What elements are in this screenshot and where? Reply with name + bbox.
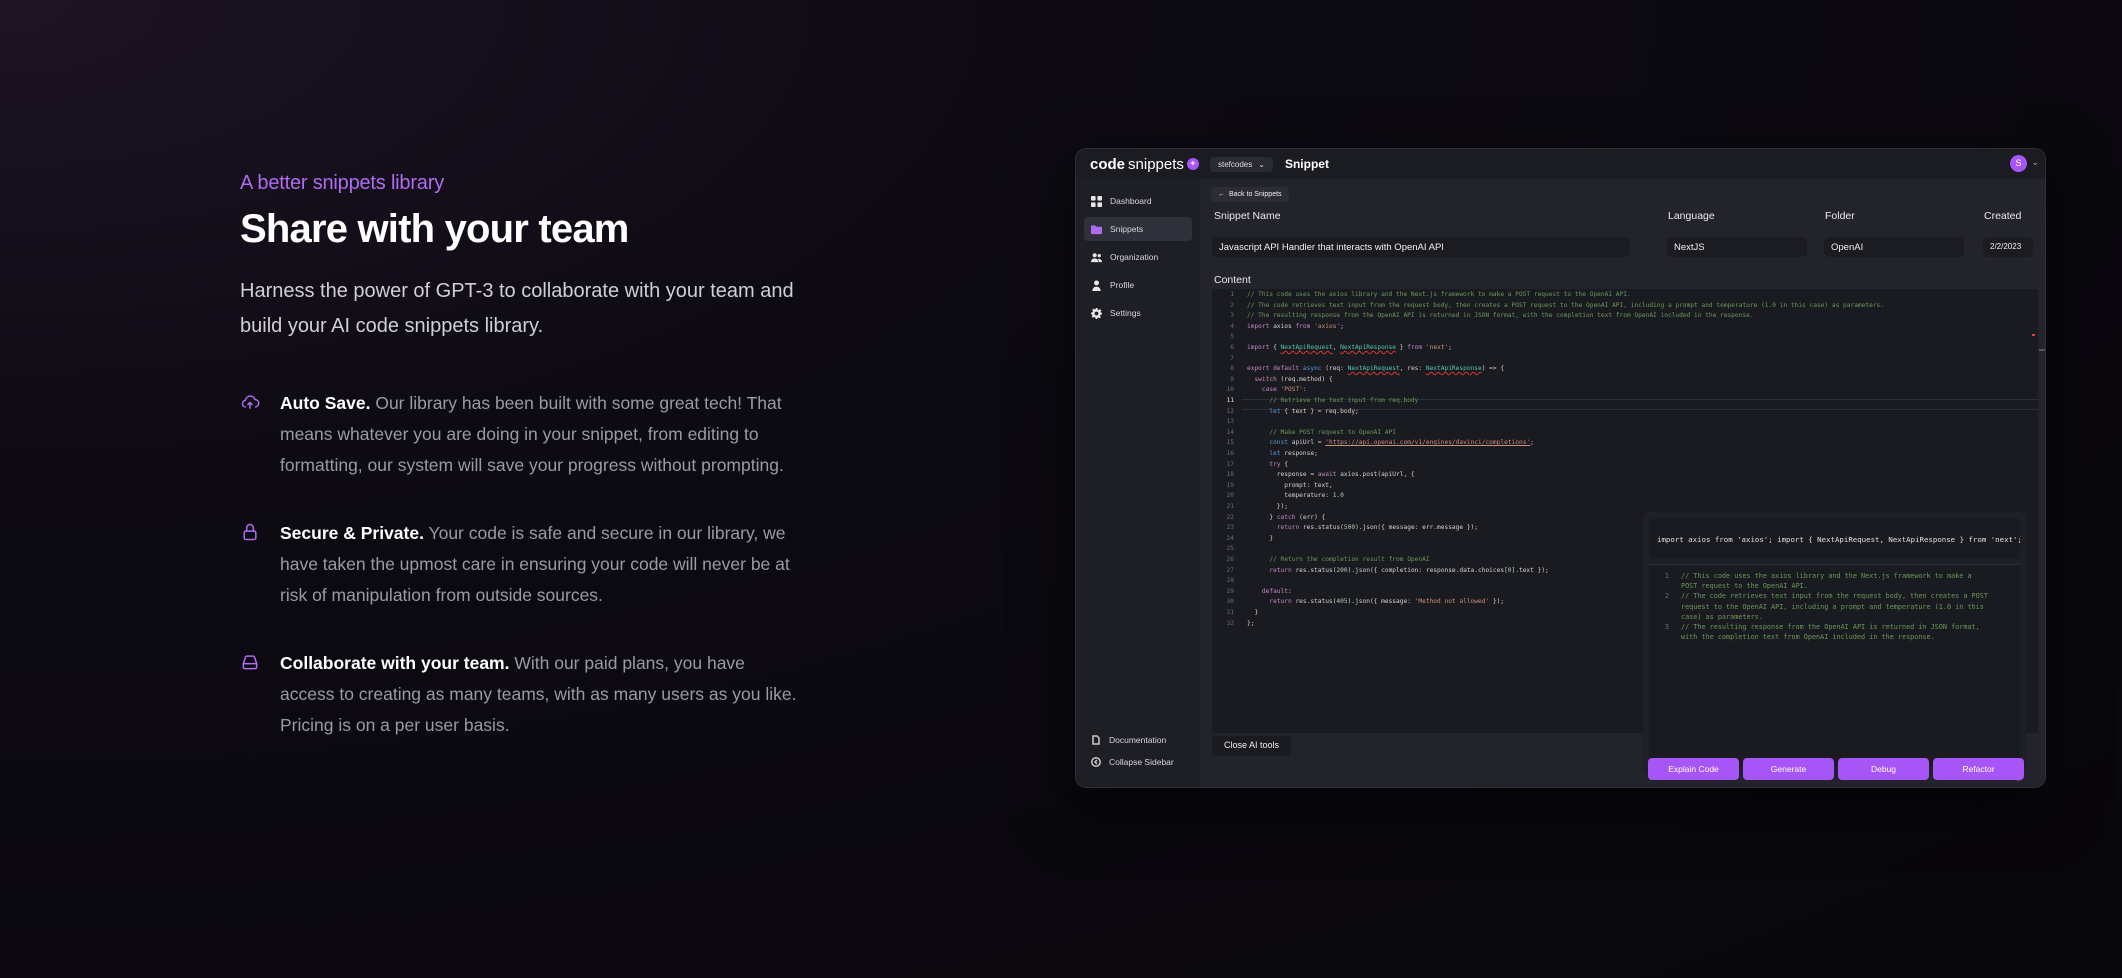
language-label: Language <box>1668 210 1715 222</box>
collapse-sidebar-button[interactable]: Collapse Sidebar <box>1076 751 1200 773</box>
error-marker <box>2032 334 2035 336</box>
top-bar: code snippets ✦ stefcodes ⌄ Snippet S ⌄ <box>1076 149 2045 179</box>
chevron-down-icon: ⌄ <box>1258 159 1265 169</box>
sidebar-item-snippets[interactable]: Snippets <box>1084 217 1192 241</box>
feature-title: Collaborate with your team. <box>280 653 510 673</box>
cloud-upload-icon <box>240 388 266 481</box>
sidebar-item-label: Dashboard <box>1110 196 1152 206</box>
snippet-name-label: Snippet Name <box>1214 210 1281 222</box>
sidebar-item-label: Snippets <box>1110 224 1144 234</box>
sidebar-footer: Documentation Collapse Sidebar <box>1076 729 1200 773</box>
app-window: code snippets ✦ stefcodes ⌄ Snippet S ⌄ Das… <box>1076 149 2045 787</box>
sidebar: Dashboard Snippets Organization Profile … <box>1076 179 1200 787</box>
hero-eyebrow: A better snippets library <box>240 172 444 194</box>
grid-icon <box>1091 195 1102 207</box>
feature-list: Auto Save. Our library has been built wi… <box>240 388 800 741</box>
feature-title: Secure & Private. <box>280 523 424 543</box>
avatar[interactable]: S <box>2010 155 2027 172</box>
ai-result-line: case) as parameters. <box>1681 612 1763 621</box>
scroll-marker <box>2039 349 2045 351</box>
sidebar-item-label: Profile <box>1110 280 1135 290</box>
app-logo[interactable]: code snippets ✦ <box>1076 156 1200 173</box>
arrow-left-icon: ← <box>1218 191 1225 198</box>
ai-result-line: 1// This code uses the axios library and… <box>1664 572 1972 580</box>
explain-code-button[interactable]: Explain Code <box>1648 758 1739 780</box>
hero-section: A better snippets library Share with you… <box>240 172 800 778</box>
feature-item: Secure & Private. Your code is safe and … <box>240 518 800 611</box>
ai-result-output: 1// This code uses the axios library and… <box>1649 564 2020 766</box>
ai-result-line: 3// The resulting response from the Open… <box>1664 623 1980 632</box>
folder-icon <box>1091 224 1102 234</box>
content-label: Content <box>1214 274 1251 286</box>
close-ai-tools-button[interactable]: Close AI tools <box>1212 736 1292 756</box>
ai-result-line: POST request to the OpenAI API. <box>1681 582 1808 591</box>
sidebar-item-profile[interactable]: Profile <box>1084 273 1192 297</box>
inbox-icon <box>240 648 266 741</box>
lock-icon <box>240 518 266 611</box>
workspace-switcher[interactable]: stefcodes ⌄ <box>1210 156 1273 172</box>
ai-result-line: request to the OpenAI API, including a p… <box>1681 602 1984 611</box>
feature-item: Auto Save. Our library has been built wi… <box>240 388 800 481</box>
ai-result-line: 2// The code retrieves text input from t… <box>1664 592 1988 601</box>
sidebar-item-label: Settings <box>1110 308 1141 318</box>
ai-result-line: with the completion text from OpenAI inc… <box>1681 633 1935 642</box>
ai-badge-icon: ✦ <box>1186 158 1199 170</box>
sidebar-item-organization[interactable]: Organization <box>1084 245 1192 269</box>
created-date: 2/2/2023 <box>1983 237 2033 257</box>
snippet-name-input[interactable]: Javascript API Handler that interacts wi… <box>1212 237 1630 257</box>
users-icon <box>1091 252 1102 262</box>
back-to-snippets-button[interactable]: ← Back to Snippets <box>1211 187 1289 202</box>
main-panel: ← Back to Snippets Snippet Name Javascri… <box>1200 179 2045 787</box>
gear-icon <box>1091 307 1102 319</box>
document-icon <box>1092 735 1100 745</box>
created-label: Created <box>1984 210 2022 222</box>
sidebar-item-settings[interactable]: Settings <box>1084 301 1192 325</box>
refactor-button[interactable]: Refactor <box>1933 758 2024 780</box>
hero-description: Harness the power of GPT-3 to collaborat… <box>240 280 794 337</box>
feature-title: Auto Save. <box>280 393 371 413</box>
ai-query-input[interactable]: import axios from 'axios'; import { Next… <box>1649 519 2020 559</box>
language-select[interactable]: NextJS <box>1667 237 1807 257</box>
folder-select[interactable]: OpenAI <box>1824 237 1964 257</box>
sidebar-item-label: Organization <box>1110 252 1159 262</box>
debug-button[interactable]: Debug <box>1838 758 1929 780</box>
hero-title: Share with your team <box>240 207 629 251</box>
sidebar-item-dashboard[interactable]: Dashboard <box>1084 189 1192 213</box>
chevron-down-icon[interactable]: ⌄ <box>2031 157 2039 168</box>
ai-action-buttons: Explain Code Generate Debug Refactor <box>1648 758 2024 780</box>
feature-item: Collaborate with your team. With our pai… <box>240 648 800 741</box>
documentation-link[interactable]: Documentation <box>1076 729 1200 751</box>
generate-button[interactable]: Generate <box>1743 758 1834 780</box>
page-title: Snippet <box>1284 157 1329 171</box>
arrow-left-circle-icon <box>1091 757 1101 767</box>
ai-tools-panel: import axios from 'axios'; import { Next… <box>1643 512 2026 782</box>
user-icon <box>1092 279 1101 291</box>
folder-label: Folder <box>1825 210 1855 222</box>
